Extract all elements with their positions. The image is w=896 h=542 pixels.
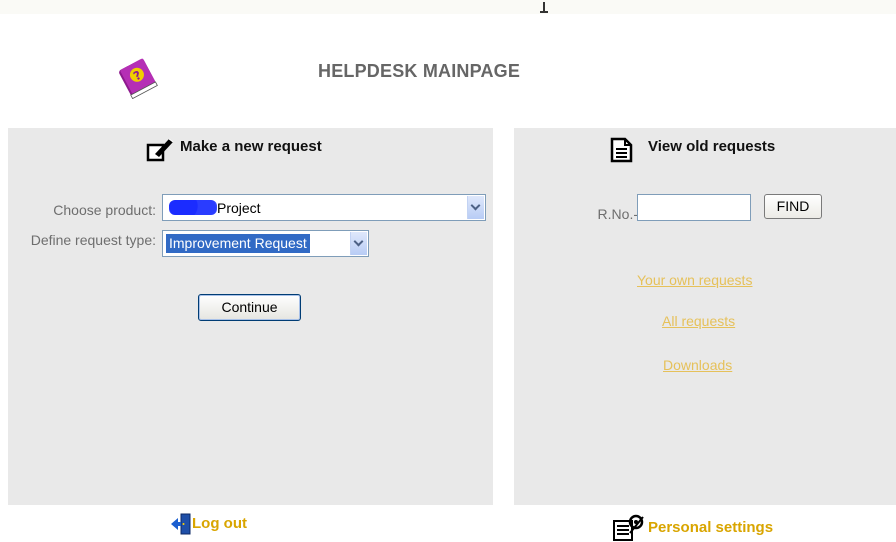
request-type-select[interactable]: Improvement Request: [162, 230, 369, 257]
chevron-down-icon[interactable]: [350, 232, 367, 255]
continue-button[interactable]: Continue: [198, 294, 301, 321]
chevron-down-icon[interactable]: [467, 196, 484, 219]
product-value: Project: [169, 200, 261, 216]
settings-clipboard-icon: [613, 514, 644, 541]
product-select[interactable]: Project: [162, 194, 486, 221]
new-request-panel: Make a new request Choose product: Proje…: [8, 128, 493, 505]
own-requests-link[interactable]: Your own requests: [637, 272, 752, 288]
find-button[interactable]: FIND: [764, 194, 822, 219]
request-number-label: R.No.-: [597, 206, 638, 222]
downloads-link[interactable]: Downloads: [663, 357, 732, 373]
exit-door-icon: [171, 513, 191, 535]
help-book-icon: ?: [119, 58, 158, 99]
old-requests-panel: View old requests R.No.- FIND Your own r…: [514, 128, 896, 505]
request-type-label: Define request type:: [30, 232, 156, 248]
page-title: HELPDESK MAINPAGE: [318, 61, 521, 81]
top-marker-icon: [540, 2, 548, 13]
request-number-input[interactable]: [637, 194, 751, 221]
redacted-mark: [169, 200, 217, 215]
document-icon: [610, 137, 633, 163]
request-type-value: Improvement Request: [165, 233, 311, 254]
all-requests-link[interactable]: All requests: [662, 313, 735, 329]
product-label: Choose product:: [53, 202, 156, 218]
pencil-edit-icon: [146, 138, 174, 162]
top-strip: [0, 0, 896, 14]
